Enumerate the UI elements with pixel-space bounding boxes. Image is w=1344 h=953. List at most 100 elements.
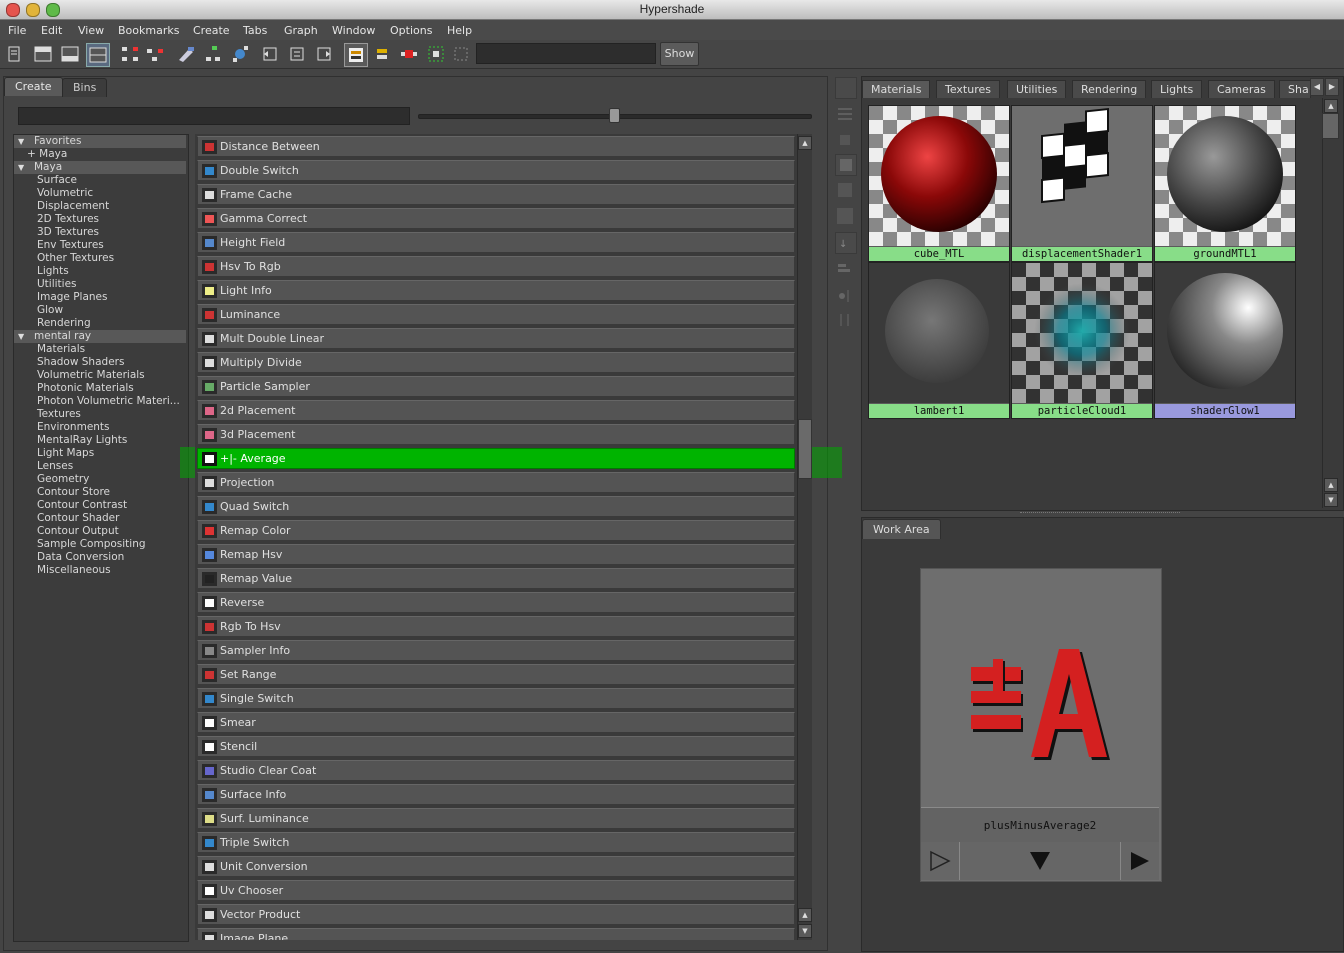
graph-downstream-icon[interactable] xyxy=(229,43,251,65)
node-list-item[interactable]: Reverse xyxy=(197,592,795,613)
toggle-panel-icon[interactable] xyxy=(3,43,25,65)
clear-graph-icon[interactable] xyxy=(175,43,197,65)
node-list-item[interactable]: Smear xyxy=(197,712,795,733)
node-list-item[interactable]: Rgb To Hsv xyxy=(197,616,795,637)
node-list-item[interactable]: Distance Between xyxy=(197,136,795,157)
layout-bottom-icon[interactable] xyxy=(59,43,81,65)
node-list-item[interactable]: Multiply Divide xyxy=(197,352,795,373)
scroll-up-arrow-icon[interactable]: ▲ xyxy=(798,908,812,922)
node-list-item[interactable]: Stencil xyxy=(197,736,795,757)
show-button[interactable]: Show xyxy=(660,42,699,66)
tab-textures[interactable]: Textures xyxy=(936,80,1000,98)
material-swatch[interactable]: groundMTL1 xyxy=(1154,105,1296,262)
material-swatch[interactable]: particleCloud1 xyxy=(1011,262,1153,419)
node-list-item[interactable]: Remap Hsv xyxy=(197,544,795,565)
graph-panel-icon[interactable] xyxy=(835,77,857,99)
node-list-item[interactable]: Frame Cache xyxy=(197,184,795,205)
tree-item[interactable]: Lights xyxy=(14,265,186,278)
node-list-item[interactable]: Particle Sampler xyxy=(197,376,795,397)
small-icon-view-icon[interactable] xyxy=(835,130,855,150)
icon-size-slider-handle[interactable] xyxy=(609,108,620,123)
tree-item[interactable]: Image Planes xyxy=(14,291,186,304)
node-list-scrollbar[interactable]: ▲ ▲ ▼ xyxy=(797,134,812,940)
tree-item[interactable]: Env Textures xyxy=(14,239,186,252)
scroll-up-arrow-icon[interactable]: ▲ xyxy=(1324,99,1338,113)
scroll-down-arrow-icon[interactable]: ▼ xyxy=(1324,493,1338,507)
node-list-item[interactable]: Hsv To Rgb xyxy=(197,256,795,277)
node-list-item[interactable]: +|- Average xyxy=(197,448,795,469)
tree-item[interactable]: Materials xyxy=(14,343,186,356)
menu-view[interactable]: View xyxy=(78,24,104,37)
graph-input-output-icon[interactable] xyxy=(144,43,166,65)
tree-item[interactable]: Photonic Materials xyxy=(14,382,186,395)
menu-help[interactable]: Help xyxy=(447,24,472,37)
menu-window[interactable]: Window xyxy=(332,24,375,37)
next-graph-icon[interactable] xyxy=(313,43,335,65)
expand-triangle-icon[interactable]: ▼ xyxy=(18,135,24,148)
tab-work-area[interactable]: Work Area xyxy=(862,519,941,539)
menu-file[interactable]: File xyxy=(8,24,26,37)
tree-item[interactable]: Volumetric xyxy=(14,187,186,200)
node-list-item[interactable]: Projection xyxy=(197,472,795,493)
tree-item[interactable]: Contour Store xyxy=(14,486,186,499)
tree-item[interactable]: + Maya xyxy=(14,148,186,161)
node-list-item[interactable]: Studio Clear Coat xyxy=(197,760,795,781)
node-list-item[interactable]: Unit Conversion xyxy=(197,856,795,877)
layout-split-icon[interactable] xyxy=(86,43,110,67)
menu-tabs[interactable]: Tabs xyxy=(243,24,267,37)
materials-scrollbar[interactable]: ▲ ▲ ▼ xyxy=(1322,98,1339,508)
node-list-item[interactable]: Sampler Info xyxy=(197,640,795,661)
tree-item[interactable]: Displacement xyxy=(14,200,186,213)
menu-create[interactable]: Create xyxy=(193,24,230,37)
expand-node-button[interactable] xyxy=(960,842,1121,880)
tree-item[interactable]: Other Textures xyxy=(14,252,186,265)
node-list-item[interactable]: Quad Switch xyxy=(197,496,795,517)
node-list-item[interactable]: Gamma Correct xyxy=(197,208,795,229)
tab-scroll-right-icon[interactable]: ▶ xyxy=(1325,78,1339,96)
swatch-view-icon[interactable] xyxy=(344,43,368,67)
search-input[interactable] xyxy=(18,107,410,125)
node-list-item[interactable]: 2d Placement xyxy=(197,400,795,421)
menu-graph[interactable]: Graph xyxy=(284,24,318,37)
tree-item[interactable]: Volumetric Materials xyxy=(14,369,186,382)
graph-network-icon[interactable] xyxy=(119,43,141,65)
node-list-item[interactable]: Surface Info xyxy=(197,784,795,805)
node-list-item[interactable]: Height Field xyxy=(197,232,795,253)
tree-item[interactable]: Rendering xyxy=(14,317,186,330)
tree-item[interactable]: Surface xyxy=(14,174,186,187)
tree-item[interactable]: MentalRay Lights xyxy=(14,434,186,447)
sort-by-type-icon[interactable] xyxy=(835,260,855,280)
tree-item[interactable]: Sample Compositing xyxy=(14,538,186,551)
material-swatch[interactable]: displacementShader1 xyxy=(1011,105,1153,262)
tree-section[interactable]: ▼ Favorites xyxy=(14,135,186,148)
node-list-item[interactable]: Mult Double Linear xyxy=(197,328,795,349)
tree-item[interactable]: Data Conversion xyxy=(14,551,186,564)
tab-scroll-left-icon[interactable]: ◀ xyxy=(1310,78,1324,96)
tree-item[interactable]: Geometry xyxy=(14,473,186,486)
menu-options[interactable]: Options xyxy=(390,24,432,37)
tree-item[interactable]: Photon Volumetric Materi... xyxy=(14,395,186,408)
menu-edit[interactable]: Edit xyxy=(41,24,62,37)
tree-section[interactable]: ▼ Maya xyxy=(14,161,186,174)
node-list-item[interactable]: 3d Placement xyxy=(197,424,795,445)
bookmark-icon[interactable] xyxy=(371,43,393,65)
material-swatch[interactable]: lambert1 xyxy=(868,262,1010,419)
select-graph-icon[interactable] xyxy=(425,43,447,65)
tab-rendering[interactable]: Rendering xyxy=(1072,80,1147,98)
tab-cameras[interactable]: Cameras xyxy=(1208,80,1275,98)
layout-top-icon[interactable] xyxy=(32,43,54,65)
materials-scroll-thumb[interactable] xyxy=(1322,113,1339,139)
material-swatch[interactable]: cube_MTL xyxy=(868,105,1010,262)
scroll-down-arrow-icon[interactable]: ▼ xyxy=(798,924,812,938)
tree-item[interactable]: Glow xyxy=(14,304,186,317)
node-list-scroll-thumb[interactable] xyxy=(798,419,812,479)
tree-item[interactable]: Shadow Shaders xyxy=(14,356,186,369)
previous-graph-icon[interactable] xyxy=(259,43,281,65)
node-list-item[interactable]: Image Plane xyxy=(197,928,795,940)
tab-shading-partial[interactable]: Sha xyxy=(1279,80,1311,98)
scroll-up-arrow-icon[interactable]: ▲ xyxy=(1324,478,1338,492)
frame-selection-icon[interactable] xyxy=(450,43,472,65)
node-list-item[interactable]: Triple Switch xyxy=(197,832,795,853)
tree-item[interactable]: Contour Contrast xyxy=(14,499,186,512)
tree-item[interactable]: Textures xyxy=(14,408,186,421)
